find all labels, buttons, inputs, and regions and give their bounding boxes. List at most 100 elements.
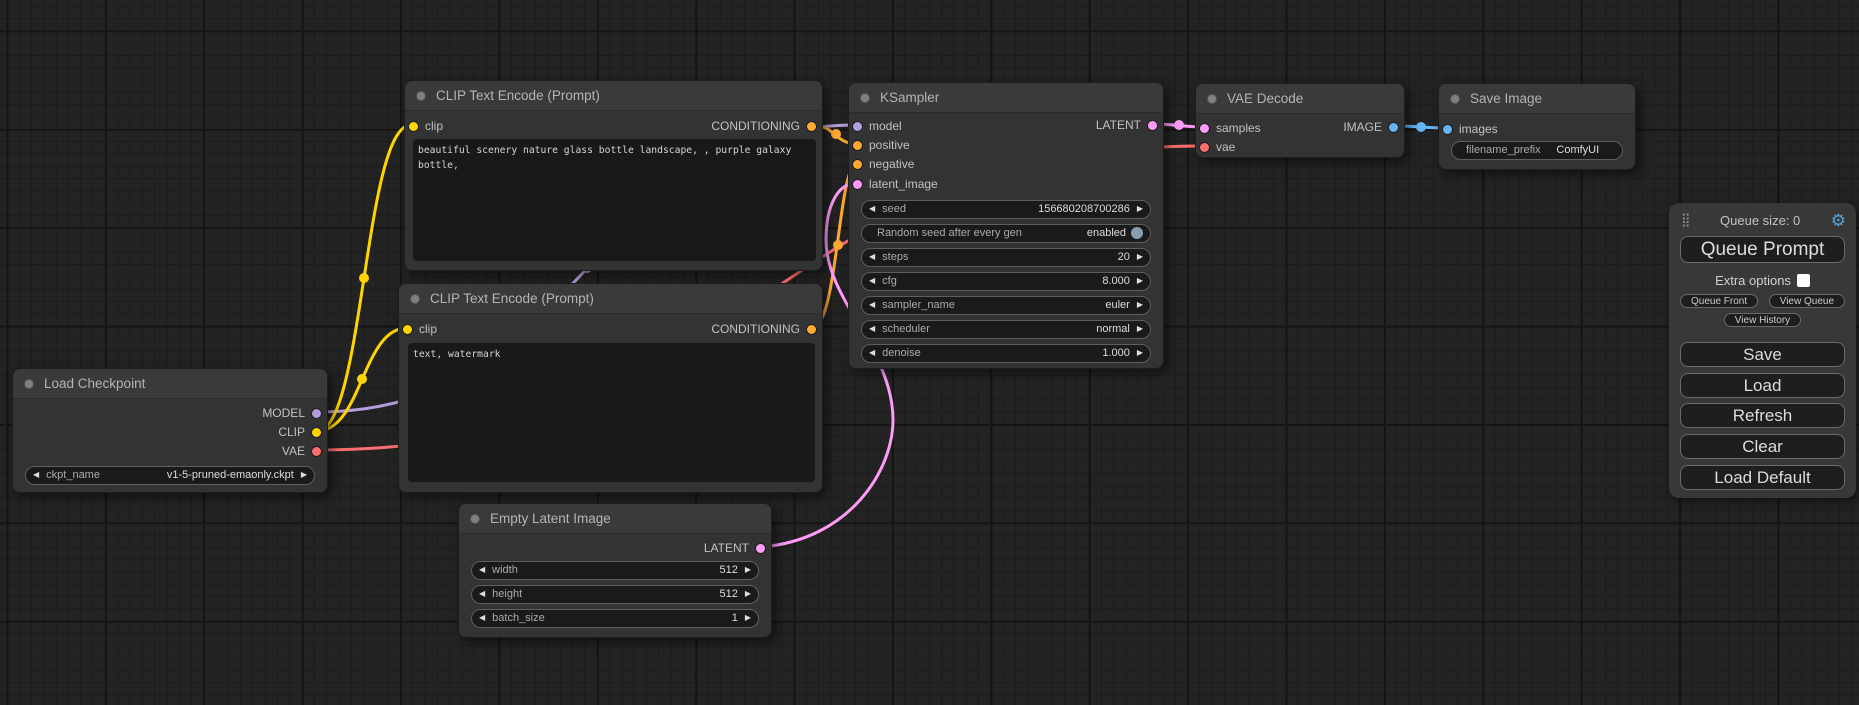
node-empty-latent-image[interactable]: Empty Latent ImageLATENT◀width512▶◀heigh… [458, 503, 772, 638]
output-slot-label: IMAGE [1343, 120, 1382, 134]
node-ksampler[interactable]: KSampler model positive negative latent_imag… [848, 82, 1164, 369]
increment-arrow-icon[interactable]: ▶ [301, 471, 307, 479]
refresh-button[interactable]: Refresh [1680, 403, 1845, 428]
node-load-checkpoint[interactable]: Load Checkpoint MODEL CLIP VAE ◀ckpt_namev1-… [12, 368, 328, 493]
settings-gear-icon[interactable]: ⚙ [1831, 212, 1846, 229]
output-slot-VAE[interactable]: VAE [282, 443, 321, 459]
input-slot-latent_image[interactable]: latent_image [853, 176, 938, 192]
node-title: KSampler [880, 90, 939, 105]
widget-steps[interactable]: ◀steps20▶ [861, 248, 1151, 267]
output-slot-CLIP[interactable]: CLIP [278, 424, 321, 440]
node-vae-decode[interactable]: VAE Decode samples vae IMAGE [1195, 83, 1405, 158]
input-slot-samples[interactable]: samples [1200, 120, 1261, 136]
widget-value: 512 [719, 588, 737, 600]
output-slot-LATENT[interactable]: LATENT [1096, 117, 1157, 133]
input-slot-clip[interactable]: clip [403, 321, 437, 337]
increment-arrow-icon[interactable]: ▶ [1137, 325, 1143, 333]
collapse-dot-icon[interactable] [416, 91, 426, 101]
node-titlebar-save-image[interactable]: Save Image [1439, 84, 1635, 114]
decrement-arrow-icon[interactable]: ◀ [869, 301, 875, 309]
queue-size-label: Queue size: 0 [1690, 213, 1831, 228]
load-button[interactable]: Load [1680, 373, 1845, 398]
decrement-arrow-icon[interactable]: ◀ [869, 277, 875, 285]
input-dot-vae [1200, 143, 1209, 152]
input-slot-vae[interactable]: vae [1200, 139, 1235, 155]
increment-arrow-icon[interactable]: ▶ [745, 590, 751, 598]
output-slot-MODEL[interactable]: MODEL [262, 405, 321, 421]
decrement-arrow-icon[interactable]: ◀ [33, 471, 39, 479]
widget-filename-prefix[interactable]: filename_prefixComfyUI [1451, 141, 1623, 160]
widget-scheduler[interactable]: ◀schedulernormal▶ [861, 320, 1151, 339]
decrement-arrow-icon[interactable]: ◀ [869, 205, 875, 213]
node-graph-canvas[interactable]: Load Checkpoint MODEL CLIP VAE ◀ckpt_namev1-… [0, 0, 1859, 705]
input-slot-images[interactable]: images [1443, 121, 1498, 137]
input-slot-clip[interactable]: clip [409, 118, 443, 134]
decrement-arrow-icon[interactable]: ◀ [479, 566, 485, 574]
increment-arrow-icon[interactable]: ▶ [1137, 253, 1143, 261]
input-slot-positive[interactable]: positive [853, 137, 910, 153]
input-slot-model[interactable]: model [853, 118, 902, 134]
prompt-textarea[interactable]: beautiful scenery nature glass bottle la… [413, 139, 816, 261]
input-slot-label: negative [869, 157, 914, 171]
widget-width[interactable]: ◀width512▶ [471, 561, 759, 580]
widget-label: batch_size [492, 612, 545, 624]
increment-arrow-icon[interactable]: ▶ [745, 566, 751, 574]
clear-button[interactable]: Clear [1680, 434, 1845, 459]
collapse-dot-icon[interactable] [470, 514, 480, 524]
increment-arrow-icon[interactable]: ▶ [1137, 277, 1143, 285]
node-titlebar-ksampler[interactable]: KSampler [849, 83, 1163, 113]
widget-cfg[interactable]: ◀cfg8.000▶ [861, 272, 1151, 291]
load-default-button[interactable]: Load Default [1680, 465, 1845, 490]
queue-prompt-button[interactable]: Queue Prompt [1680, 236, 1845, 263]
wire-clip-negative-midpoint-dot [357, 374, 367, 384]
extra-options-checkbox[interactable] [1797, 274, 1810, 287]
node-titlebar-vae-decode[interactable]: VAE Decode [1196, 84, 1404, 114]
decrement-arrow-icon[interactable]: ◀ [479, 614, 485, 622]
widget-sampler-name[interactable]: ◀sampler_nameeuler▶ [861, 296, 1151, 315]
collapse-dot-icon[interactable] [1207, 94, 1217, 104]
collapse-dot-icon[interactable] [860, 93, 870, 103]
increment-arrow-icon[interactable]: ▶ [1137, 349, 1143, 357]
view-history-button[interactable]: View History [1724, 313, 1801, 327]
output-slot-CONDITIONING[interactable]: CONDITIONING [711, 118, 816, 134]
widget-random-seed-after-every-gen[interactable]: Random seed after every genenabled [861, 224, 1151, 243]
save-button[interactable]: Save [1680, 342, 1845, 367]
decrement-arrow-icon[interactable]: ◀ [869, 325, 875, 333]
widget-batch-size[interactable]: ◀batch_size1▶ [471, 609, 759, 628]
widget-ckpt-name[interactable]: ◀ckpt_namev1-5-pruned-emaonly.ckpt▶ [25, 466, 315, 485]
collapse-dot-icon[interactable] [24, 379, 34, 389]
node-titlebar-clip-text-encode-positive[interactable]: CLIP Text Encode (Prompt) [405, 81, 822, 111]
extra-options-row: Extra options [1669, 272, 1856, 288]
output-slot-IMAGE[interactable]: IMAGE [1343, 119, 1398, 135]
collapse-dot-icon[interactable] [410, 294, 420, 304]
output-slot-label: CONDITIONING [711, 322, 800, 336]
decrement-arrow-icon[interactable]: ◀ [869, 253, 875, 261]
increment-arrow-icon[interactable]: ▶ [1137, 205, 1143, 213]
decrement-arrow-icon[interactable]: ◀ [869, 349, 875, 357]
node-titlebar-empty-latent-image[interactable]: Empty Latent Image [459, 504, 771, 534]
node-clip-text-encode-negative[interactable]: CLIP Text Encode (Prompt) clip CONDITIONIN… [398, 283, 823, 493]
node-clip-text-encode-positive[interactable]: CLIP Text Encode (Prompt) clip CONDITIONIN… [404, 80, 823, 271]
collapse-dot-icon[interactable] [1450, 94, 1460, 104]
input-dot-model [853, 122, 862, 131]
toggle-knob[interactable] [1131, 227, 1143, 239]
decrement-arrow-icon[interactable]: ◀ [479, 590, 485, 598]
widget-label: scheduler [882, 323, 930, 335]
node-titlebar-clip-text-encode-negative[interactable]: CLIP Text Encode (Prompt) [399, 284, 822, 314]
view-queue-button[interactable]: View Queue [1769, 294, 1845, 308]
widget-denoise[interactable]: ◀denoise1.000▶ [861, 344, 1151, 363]
output-slot-LATENT[interactable]: LATENT [704, 540, 765, 556]
output-dot-LATENT [1148, 121, 1157, 130]
drag-handle-icon[interactable]: ⣿ [1681, 212, 1690, 228]
output-dot-IMAGE [1389, 123, 1398, 132]
queue-front-button[interactable]: Queue Front [1680, 294, 1758, 308]
prompt-textarea[interactable]: text, watermark [408, 343, 815, 482]
increment-arrow-icon[interactable]: ▶ [745, 614, 751, 622]
widget-height[interactable]: ◀height512▶ [471, 585, 759, 604]
input-slot-negative[interactable]: negative [853, 156, 914, 172]
node-save-image[interactable]: Save Image images filename_prefixComfyUI [1438, 83, 1636, 170]
increment-arrow-icon[interactable]: ▶ [1137, 301, 1143, 309]
node-titlebar-load-checkpoint[interactable]: Load Checkpoint [13, 369, 327, 399]
output-slot-CONDITIONING[interactable]: CONDITIONING [711, 321, 816, 337]
widget-seed[interactable]: ◀seed156680208700286▶ [861, 200, 1151, 219]
